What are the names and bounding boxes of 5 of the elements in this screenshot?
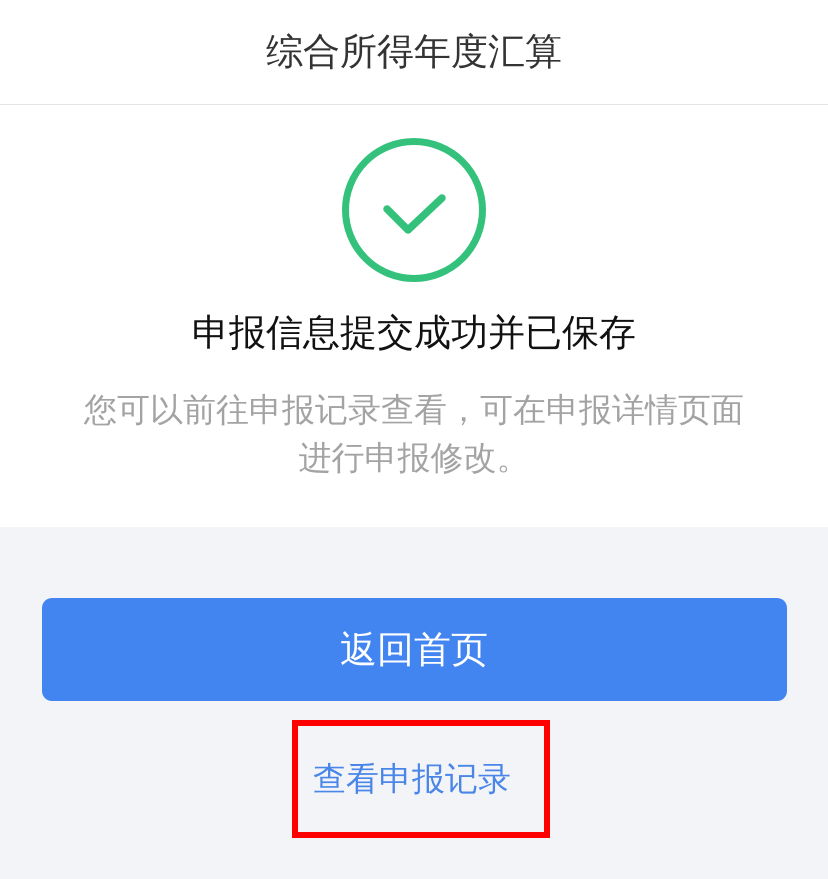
view-records-link[interactable]: 查看申报记录 <box>313 757 511 801</box>
result-title: 申报信息提交成功并已保存 <box>192 310 636 356</box>
page-title: 综合所得年度汇算 <box>266 29 562 75</box>
back-home-button[interactable]: 返回首页 <box>42 598 786 701</box>
result-description: 您可以前往申报记录查看，可在申报详情页面进行申报修改。 <box>82 389 745 479</box>
